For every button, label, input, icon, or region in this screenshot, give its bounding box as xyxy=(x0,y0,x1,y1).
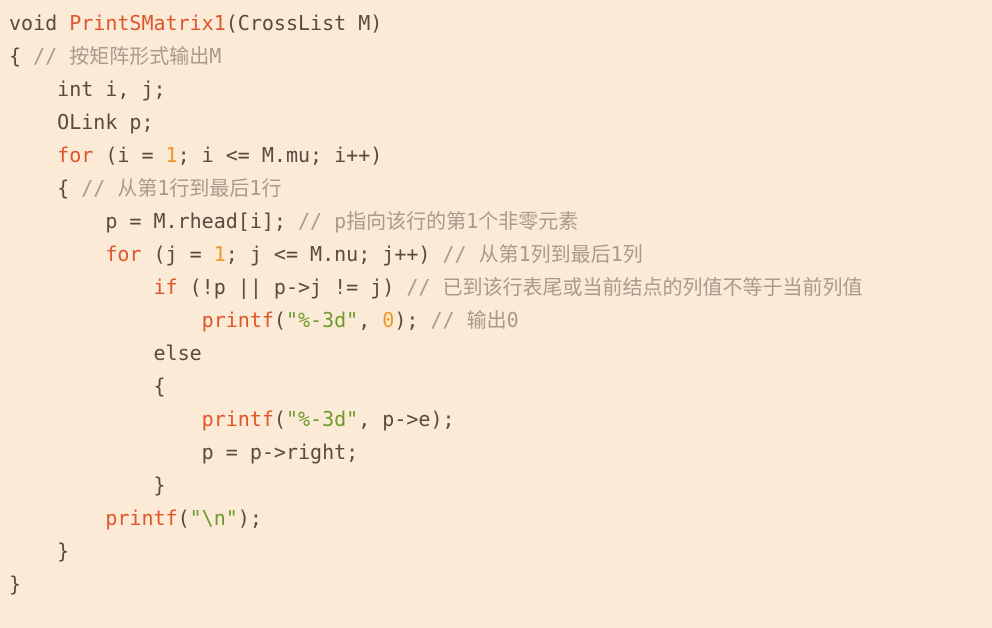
string-literal: "%-3d" xyxy=(285,407,359,431)
code-line-4: OLink p; xyxy=(9,110,154,134)
number-literal: 1 xyxy=(213,242,226,266)
code-line-9: if (!p || p->j != j) // 已到该行表尾或当前结点的列值不等… xyxy=(153,275,863,299)
code-line-3: int i, j; xyxy=(9,77,166,101)
code-line-11: else xyxy=(9,341,202,365)
string-literal: "\n" xyxy=(189,506,238,530)
code-line-10: printf("%-3d", 0); // 输出0 xyxy=(201,308,519,332)
code-line-12: { xyxy=(9,374,166,398)
code-line-1: void PrintSMatrix1(CrossList M) xyxy=(9,11,383,35)
code-line-14: p = p->right; xyxy=(9,440,359,464)
code-line-7: p = M.rhead[i]; // p指向该行的第1个非零元素 xyxy=(9,209,579,233)
code-line-5: for (i = 1; i <= M.mu; i++) xyxy=(57,143,383,167)
code-line-2: { // 按矩阵形式输出M xyxy=(9,44,222,68)
comment: // 从第1行到最后1行 xyxy=(81,176,282,200)
comment: // 输出0 xyxy=(430,308,519,332)
function-call: printf xyxy=(201,407,274,431)
function-call: printf xyxy=(201,308,274,332)
code-line-6: { // 从第1行到最后1行 xyxy=(9,176,282,200)
string-literal: "%-3d" xyxy=(285,308,359,332)
function-call: printf xyxy=(105,506,178,530)
comment: // p指向该行的第1个非零元素 xyxy=(297,209,579,233)
keyword: for xyxy=(105,242,142,266)
number-literal: 1 xyxy=(165,143,178,167)
code-editor[interactable]: void PrintSMatrix1(CrossList M) { // 按矩阵… xyxy=(0,0,992,628)
comment: // 按矩阵形式输出M xyxy=(33,44,222,68)
comment: // 已到该行表尾或当前结点的列值不等于当前列值 xyxy=(406,275,863,299)
code-line-8: for (j = 1; j <= M.nu; j++) // 从第1列到最后1列 xyxy=(105,242,643,266)
code-line-17: } xyxy=(9,539,70,563)
code-line-13: printf("%-3d", p->e); xyxy=(201,407,455,431)
keyword: if xyxy=(153,275,178,299)
keyword: for xyxy=(57,143,94,167)
function-name: PrintSMatrix1 xyxy=(69,11,226,35)
code-line-18: } xyxy=(9,572,22,596)
code-line-15: } xyxy=(9,473,166,497)
number-literal: 0 xyxy=(382,308,395,332)
comment: // 从第1列到最后1列 xyxy=(442,242,643,266)
code-line-16: printf("\n"); xyxy=(105,506,262,530)
